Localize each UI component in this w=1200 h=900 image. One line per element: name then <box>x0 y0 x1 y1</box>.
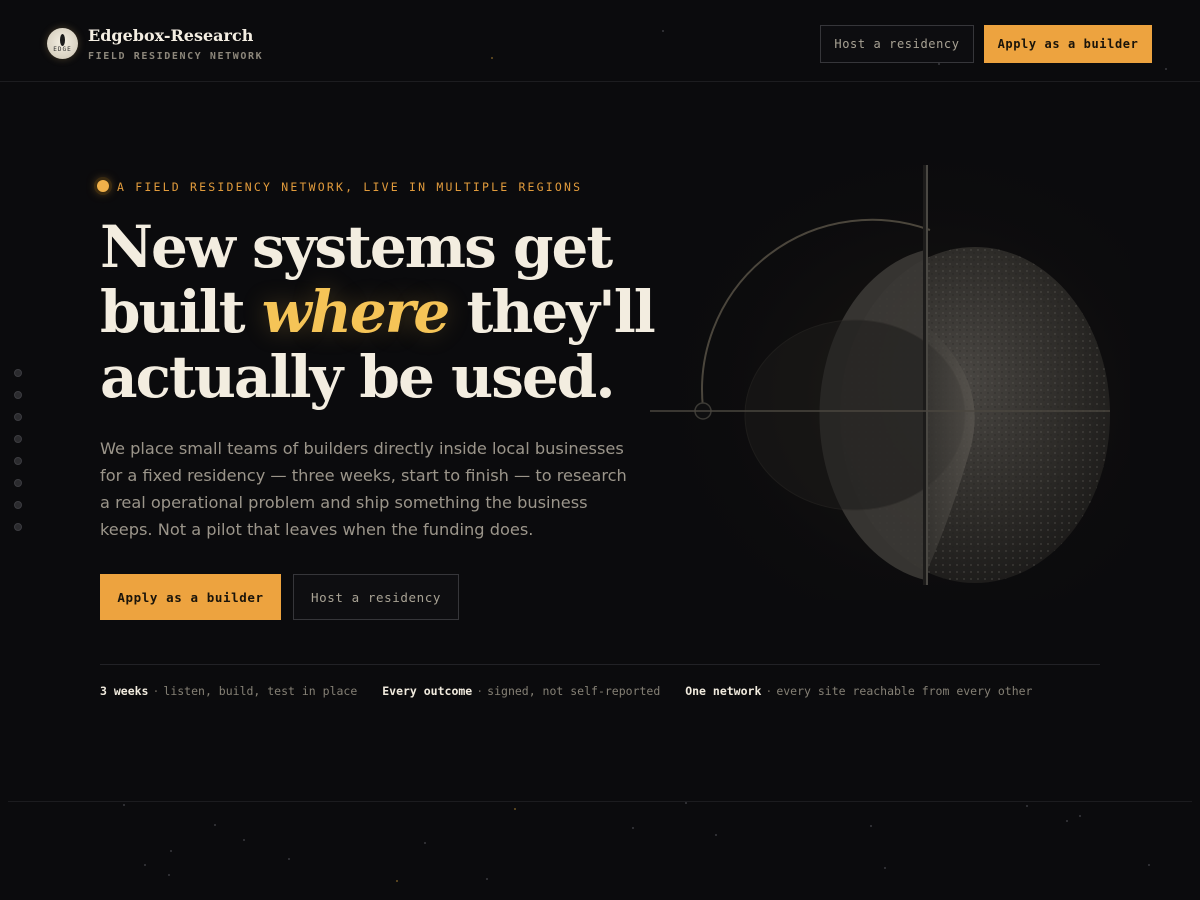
section-dot-7[interactable] <box>14 501 22 509</box>
site-header: EDGE Edgebox-Research FIELD RESIDENCY NE… <box>0 0 1200 82</box>
section-dot-2[interactable] <box>14 391 22 399</box>
section-dot-3[interactable] <box>14 413 22 421</box>
headline-line-2-start: built <box>100 278 262 346</box>
brand-name[interactable]: Edgebox-Research <box>88 26 253 45</box>
stat-description: signed, not self-reported <box>487 684 661 698</box>
section-divider <box>8 801 1192 802</box>
section-dot-5[interactable] <box>14 457 22 465</box>
live-indicator-icon <box>97 180 109 192</box>
brand-tagline: FIELD RESIDENCY NETWORK <box>88 51 264 62</box>
stat-item: 3 weeks · listen, build, test in place <box>100 684 357 698</box>
stat-separator: · <box>476 684 484 698</box>
hero-description: We place small teams of builders directl… <box>100 439 627 539</box>
header-apply-builder-button[interactable]: Apply as a builder <box>984 25 1152 63</box>
brand-logo[interactable]: EDGE <box>47 28 78 59</box>
stats-divider <box>100 664 1100 665</box>
stat-item: Every outcome · signed, not self-reported <box>382 684 660 698</box>
section-dot-nav <box>14 369 22 545</box>
stat-label: Every outcome <box>382 684 473 698</box>
stat-label: 3 weeks <box>100 684 149 698</box>
stat-separator: · <box>152 684 160 698</box>
headline-accent-word: where <box>261 278 450 346</box>
section-dot-4[interactable] <box>14 435 22 443</box>
stats-row: 3 weeks · listen, build, test in place Eve… <box>100 684 1051 698</box>
stat-item: One network · every site reachable from ev… <box>685 684 1032 698</box>
hero-host-residency-button[interactable]: Host a residency <box>293 574 459 620</box>
headline-line-1: New systems get <box>100 213 613 281</box>
hero-eyebrow: A FIELD RESIDENCY NETWORK, LIVE IN MULTI… <box>117 180 583 194</box>
stat-description: listen, build, test in place <box>163 684 358 698</box>
header-host-residency-button[interactable]: Host a residency <box>820 25 974 63</box>
headline-line-2: built where they'll <box>100 280 680 345</box>
headline-line-2-end: they'll <box>448 278 655 346</box>
planet-illustration <box>640 150 1130 600</box>
section-dot-1[interactable] <box>14 369 22 377</box>
hero-headline: New systems get built where they'll actu… <box>100 215 680 410</box>
section-dot-6[interactable] <box>14 479 22 487</box>
headline-line-3: actually be used. <box>100 343 616 411</box>
stat-label: One network <box>685 684 762 698</box>
hero-apply-builder-button[interactable]: Apply as a builder <box>100 574 281 620</box>
stat-separator: · <box>765 684 773 698</box>
stat-description: every site reachable from every other <box>776 684 1033 698</box>
logo-mark-icon <box>60 34 65 46</box>
logo-text: EDGE <box>53 46 72 53</box>
section-dot-8[interactable] <box>14 523 22 531</box>
